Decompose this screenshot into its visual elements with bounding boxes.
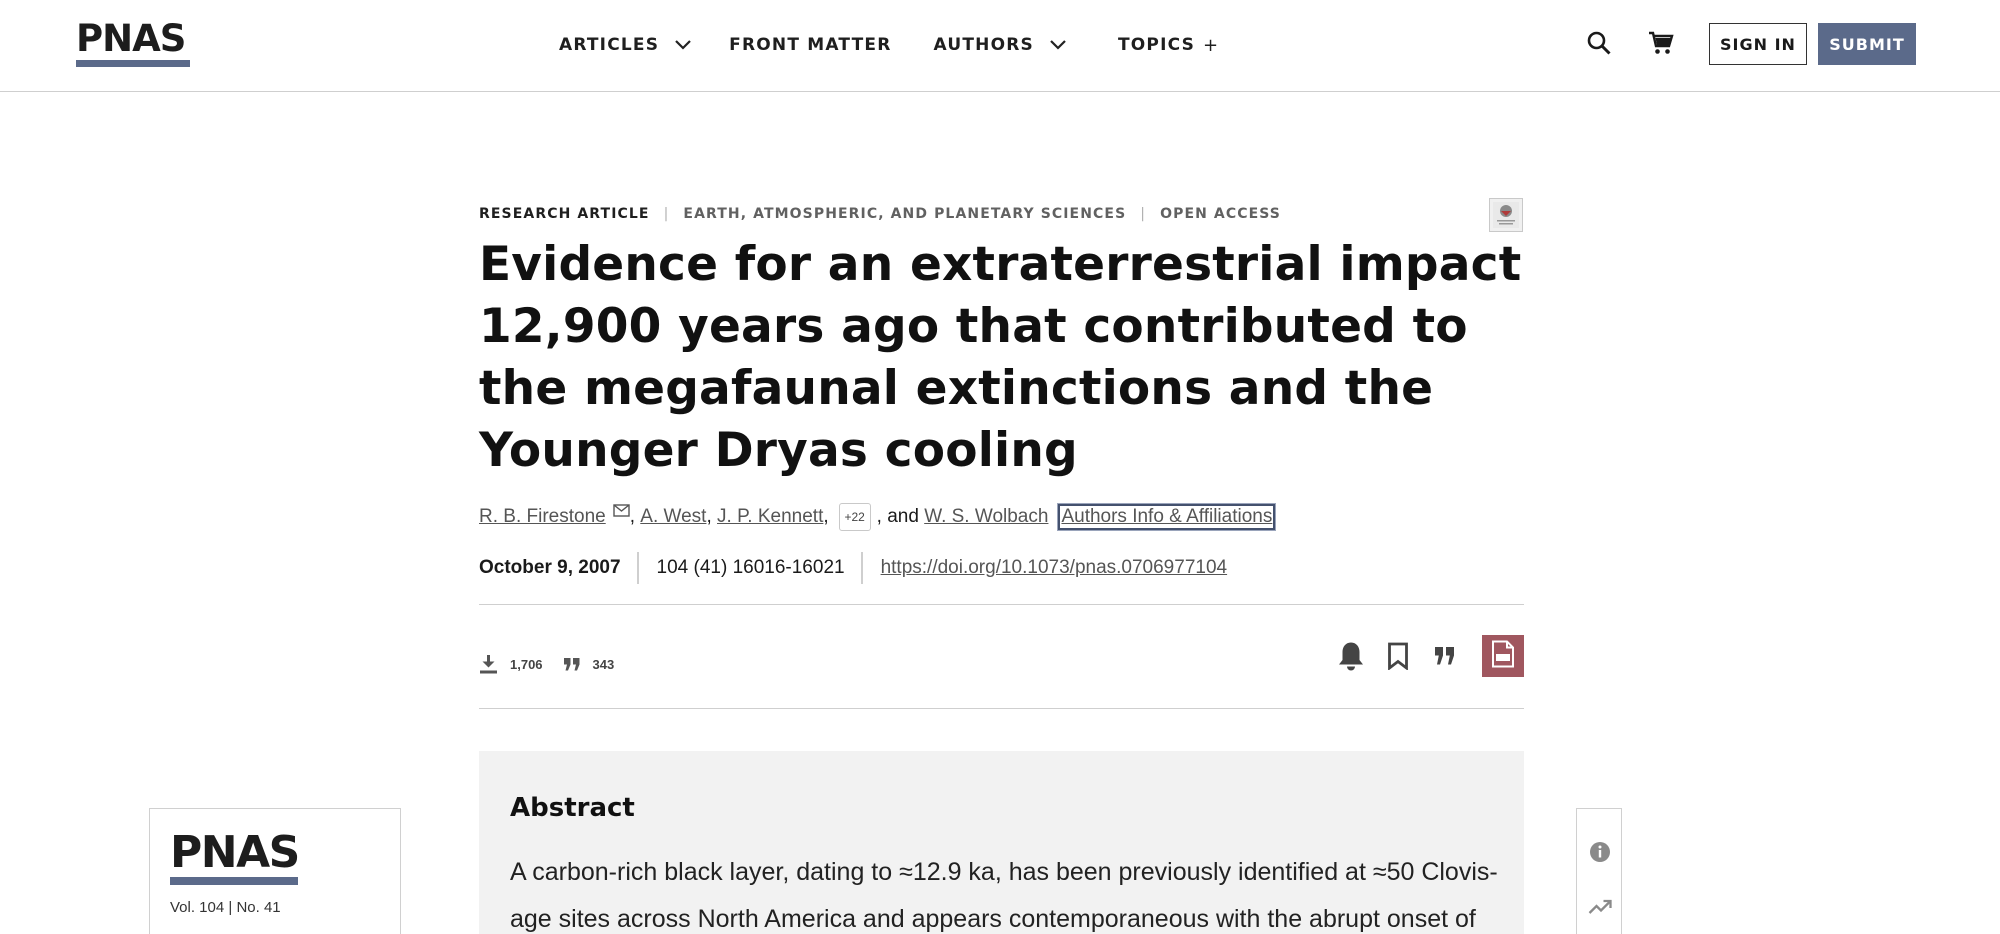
author-separator: , bbox=[823, 506, 829, 527]
journal-issue-card[interactable]: PNAS Vol. 104 | No. 41 bbox=[149, 808, 401, 934]
logo-text: PNAS bbox=[76, 17, 186, 60]
authors-info-affiliations-link[interactable]: Authors Info & Affiliations bbox=[1057, 503, 1277, 531]
article-title: Evidence for an extraterrestrial impact … bbox=[479, 237, 1522, 478]
site-header: PNAS ARTICLES FRONT MATTER AUTHORS TOPIC… bbox=[0, 0, 2000, 92]
abstract-heading: Abstract bbox=[510, 793, 635, 823]
pnas-logo[interactable]: PNAS bbox=[76, 20, 192, 67]
author-link[interactable]: W. S. Wolbach bbox=[924, 506, 1048, 528]
download-icon bbox=[479, 654, 498, 674]
check-for-updates-icon[interactable] bbox=[1489, 198, 1523, 232]
pdf-download-button[interactable] bbox=[1482, 635, 1524, 677]
chevron-down-icon bbox=[1050, 35, 1066, 55]
chevron-down-icon bbox=[675, 35, 691, 55]
nav-front-matter[interactable]: FRONT MATTER bbox=[729, 35, 891, 55]
author-list: R. B. Firestone , A. West , J. P. Kennet… bbox=[479, 501, 1277, 532]
article-kicker: RESEARCH ARTICLE | EARTH, ATMOSPHERIC, A… bbox=[479, 206, 1281, 222]
sidebar-tools bbox=[1576, 808, 1622, 934]
cart-icon[interactable] bbox=[1644, 26, 1678, 60]
issue-volume: Vol. 104 | No. 41 bbox=[170, 899, 281, 916]
publication-date: October 9, 2007 bbox=[479, 557, 621, 578]
bell-icon[interactable] bbox=[1331, 636, 1371, 676]
abstract-text: A carbon-rich black layer, dating to ≈12… bbox=[510, 858, 1498, 933]
trending-icon[interactable] bbox=[1577, 887, 1623, 927]
author-link[interactable]: A. West bbox=[640, 506, 706, 528]
pnas-logo: PNAS bbox=[170, 827, 300, 885]
citation-count: 343 bbox=[592, 656, 615, 672]
divider bbox=[479, 708, 1524, 709]
meta-divider bbox=[636, 552, 639, 584]
author-link[interactable]: J. P. Kennett bbox=[717, 506, 823, 528]
nav-authors-label: AUTHORS bbox=[933, 35, 1034, 55]
download-count: 1,706 bbox=[510, 656, 543, 672]
author-and: , and bbox=[876, 506, 919, 527]
logo-text: PNAS bbox=[170, 827, 300, 878]
main-nav: ARTICLES FRONT MATTER AUTHORS TOPICS + bbox=[559, 30, 1219, 60]
submit-button[interactable]: SUBMIT bbox=[1818, 23, 1916, 65]
search-icon[interactable] bbox=[1582, 26, 1616, 60]
open-access-badge: OPEN ACCESS bbox=[1160, 206, 1281, 222]
cite-icon[interactable] bbox=[1425, 636, 1465, 676]
nav-articles-label: ARTICLES bbox=[559, 35, 660, 55]
citation-info: 104 (41) 16016-16021 bbox=[656, 557, 845, 578]
pdf-icon bbox=[1490, 640, 1516, 672]
logo-underline bbox=[170, 877, 298, 885]
info-icon[interactable] bbox=[1577, 832, 1623, 872]
nav-articles[interactable]: ARTICLES bbox=[559, 35, 691, 55]
article-section-link[interactable]: EARTH, ATMOSPHERIC, AND PLANETARY SCIENC… bbox=[683, 206, 1126, 222]
meta-divider bbox=[860, 552, 863, 584]
nav-front-matter-label: FRONT MATTER bbox=[729, 35, 892, 55]
kicker-separator: | bbox=[1140, 206, 1147, 222]
plus-icon: + bbox=[1203, 34, 1220, 56]
author-separator: , bbox=[706, 506, 712, 527]
quote-icon bbox=[563, 657, 581, 672]
author-link[interactable]: R. B. Firestone bbox=[479, 506, 606, 528]
nav-authors[interactable]: AUTHORS bbox=[934, 35, 1066, 55]
article-metrics: 1,706 343 bbox=[479, 654, 634, 674]
kicker-separator: | bbox=[663, 206, 670, 222]
author-separator: , bbox=[629, 506, 635, 527]
nav-topics[interactable]: TOPICS + bbox=[1118, 35, 1219, 56]
sign-in-button[interactable]: SIGN IN bbox=[1709, 23, 1807, 65]
bookmark-icon[interactable] bbox=[1378, 636, 1418, 676]
divider bbox=[479, 604, 1524, 605]
doi-link[interactable]: https://doi.org/10.1073/pnas.0706977104 bbox=[881, 557, 1228, 579]
publication-meta: October 9, 2007 104 (41) 16016-16021 htt… bbox=[479, 552, 1227, 584]
mail-icon[interactable] bbox=[613, 501, 630, 523]
logo-underline bbox=[76, 60, 190, 67]
abstract-section: Abstract A carbon-rich black layer, dati… bbox=[479, 751, 1524, 934]
more-authors-button[interactable]: +22 bbox=[838, 503, 871, 531]
nav-topics-label: TOPICS bbox=[1117, 35, 1196, 55]
article-type: RESEARCH ARTICLE bbox=[479, 206, 650, 222]
